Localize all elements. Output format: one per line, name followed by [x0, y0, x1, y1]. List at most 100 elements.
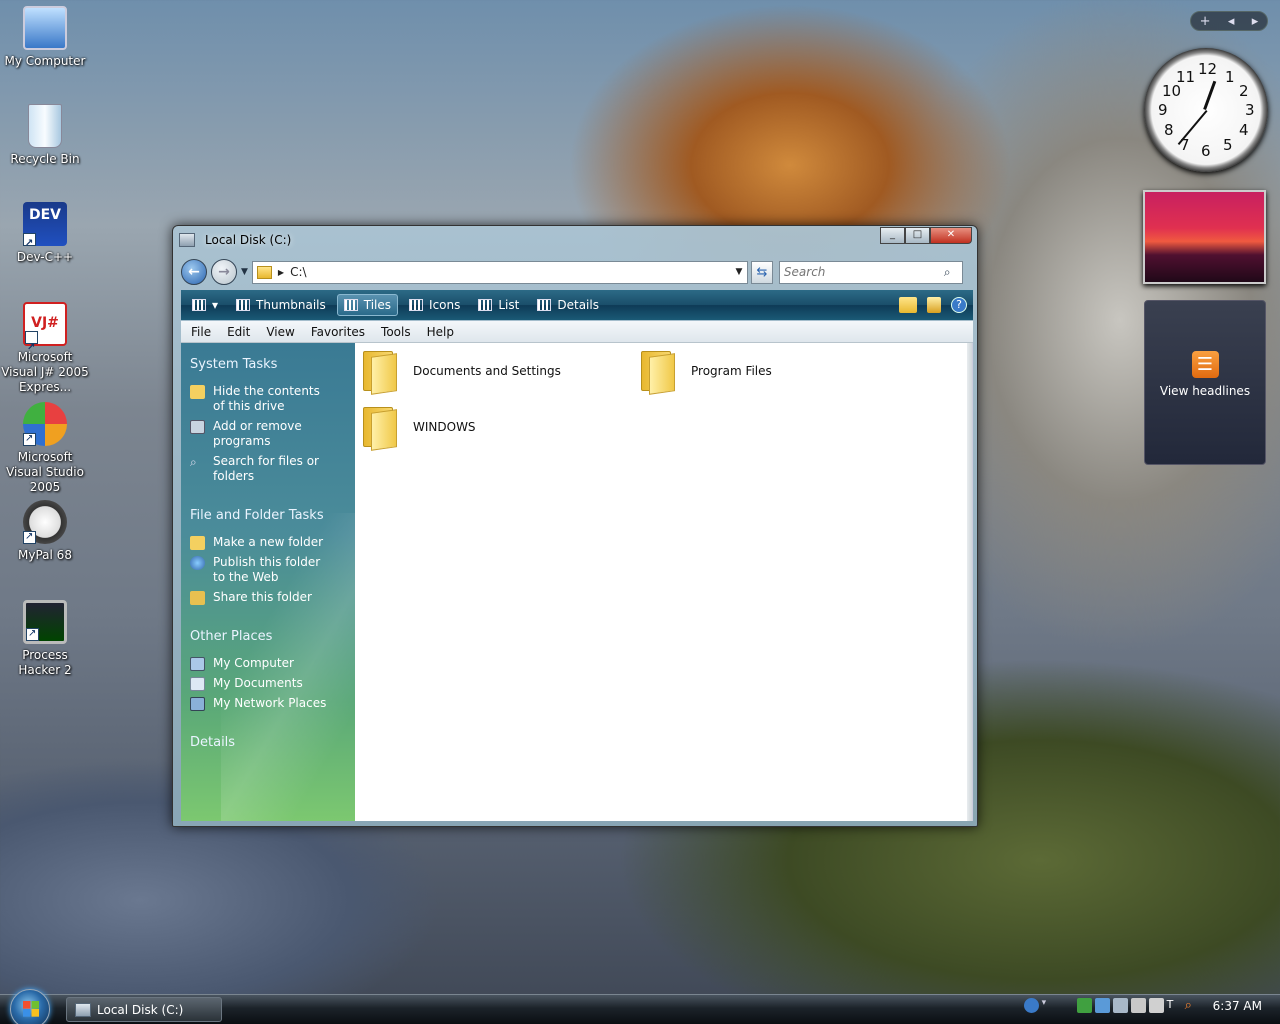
- desktop-icon-label: Microsoft Visual J# 2005 Expres...: [1, 350, 89, 394]
- volume-tray-icon[interactable]: [1148, 998, 1164, 1013]
- search-icon[interactable]: ⌕: [944, 265, 962, 280]
- back-button[interactable]: ←: [181, 259, 207, 285]
- address-bar[interactable]: ▶ C:\ ▼: [251, 260, 748, 284]
- menu-favorites[interactable]: Favorites: [303, 325, 373, 339]
- rss-icon: ☰: [1191, 351, 1219, 378]
- address-dropdown[interactable]: ▼: [731, 267, 747, 277]
- folder-up-icon[interactable]: [899, 297, 917, 313]
- gadget-next-button[interactable]: ▸: [1252, 14, 1259, 29]
- desktop-icon-vjsharp[interactable]: VJ# Microsoft Visual J# 2005 Expres...: [0, 302, 90, 395]
- folder-options-icon[interactable]: [927, 297, 941, 313]
- system-clock[interactable]: 6:37 AM: [1213, 999, 1262, 1013]
- text-input-tray-icon[interactable]: T: [1167, 998, 1182, 1013]
- place-my-network-places[interactable]: My Network Places: [190, 696, 355, 711]
- gadget-sidebar-controls: + ◂ ▸: [1190, 11, 1268, 31]
- task-label: Publish this folder to the Web: [213, 555, 321, 584]
- window-titlebar[interactable]: Local Disk (C:) _ □ ✕: [173, 226, 977, 254]
- view-thumbnails-button[interactable]: Thumbnails: [229, 294, 333, 316]
- menu-file[interactable]: File: [183, 325, 219, 339]
- breadcrumb-arrow-icon[interactable]: ▶: [278, 268, 284, 277]
- refresh-button[interactable]: ⇆: [750, 260, 773, 284]
- task-publish-to-web[interactable]: Publish this folder to the Web: [190, 555, 355, 585]
- tray-chevron-icon[interactable]: ▾: [1042, 998, 1052, 1013]
- security-tray-icon[interactable]: [1076, 998, 1092, 1013]
- view-label: Tiles: [363, 298, 392, 312]
- network-tray-icon[interactable]: [1094, 998, 1110, 1013]
- section-heading[interactable]: File and Folder Tasks: [190, 508, 355, 523]
- desktop-icon-dev-cpp[interactable]: DEV Dev-C++: [0, 202, 90, 265]
- view-label: Icons: [429, 298, 461, 312]
- task-hide-drive-contents[interactable]: Hide the contents of this drive: [190, 384, 355, 414]
- folder-item[interactable]: WINDOWS: [361, 405, 476, 451]
- place-my-computer[interactable]: My Computer: [190, 656, 355, 671]
- feed-headlines-gadget[interactable]: ☰ View headlines: [1144, 300, 1266, 465]
- folder-item[interactable]: Documents and Settings: [361, 349, 561, 395]
- view-icons-button[interactable]: Icons: [402, 294, 467, 316]
- desktop-icon-mypal[interactable]: MyPal 68: [0, 500, 90, 563]
- vertical-scrollbar[interactable]: [967, 343, 972, 821]
- folder-icon: [639, 349, 679, 395]
- clock-minute-hand: [1177, 110, 1208, 145]
- gadget-prev-button[interactable]: ◂: [1228, 14, 1235, 29]
- start-button[interactable]: [10, 989, 50, 1024]
- add-gadget-button[interactable]: +: [1200, 14, 1211, 29]
- task-make-new-folder[interactable]: Make a new folder: [190, 535, 355, 550]
- view-headlines-link[interactable]: View headlines: [1145, 384, 1265, 398]
- view-details-button[interactable]: Details: [530, 294, 606, 316]
- view-tiles-button[interactable]: Tiles: [336, 294, 399, 316]
- desktop-icon-my-computer[interactable]: My Computer: [0, 6, 90, 69]
- place-label: My Computer: [213, 656, 294, 670]
- help-icon[interactable]: ?: [951, 297, 967, 313]
- clock-number: 2: [1239, 82, 1249, 100]
- desktop-icon-label: Process Hacker 2: [18, 648, 72, 677]
- documents-icon: [190, 677, 205, 691]
- section-heading[interactable]: Other Places: [190, 629, 355, 644]
- taskbar: Local Disk (C:) ▾ T ⌕ 6:37 AM: [0, 989, 1280, 1024]
- place-my-documents[interactable]: My Documents: [190, 676, 355, 691]
- folder-name: Program Files: [691, 364, 772, 378]
- help-tray-icon[interactable]: [1023, 998, 1039, 1013]
- folder-item[interactable]: Program Files: [639, 349, 772, 395]
- forward-button[interactable]: →: [211, 259, 237, 285]
- desktop-icon-process-hacker[interactable]: Process Hacker 2: [0, 600, 90, 678]
- close-button[interactable]: ✕: [930, 227, 972, 244]
- menu-edit[interactable]: Edit: [219, 325, 258, 339]
- task-share-folder[interactable]: Share this folder: [190, 590, 355, 605]
- menu-help[interactable]: Help: [419, 325, 462, 339]
- network-icon: [190, 697, 205, 711]
- task-add-remove-programs[interactable]: Add or remove programs: [190, 419, 355, 449]
- file-folder-tasks-section: File and Folder Tasks Make a new folder …: [190, 508, 355, 605]
- hide-contents-icon: [190, 385, 205, 399]
- views-icon: [192, 299, 206, 311]
- windows-logo-icon: [23, 1001, 39, 1017]
- task-pane: System Tasks Hide the contents of this d…: [181, 343, 355, 821]
- vjsharp-icon: VJ#: [23, 302, 67, 367]
- recent-pages-dropdown[interactable]: ▼: [241, 267, 248, 277]
- desktop-icon-visual-studio[interactable]: Microsoft Visual Studio 2005: [0, 402, 90, 495]
- clock-gadget[interactable]: 12 1 2 3 4 5 6 7 8 9 10 11: [1144, 48, 1268, 172]
- taskbar-button-local-disk[interactable]: Local Disk (C:): [66, 997, 222, 1022]
- clock-number: 3: [1245, 101, 1255, 119]
- mypal-icon: [23, 500, 67, 544]
- slideshow-gadget[interactable]: [1143, 190, 1266, 284]
- minimize-button[interactable]: _: [880, 227, 905, 244]
- device-tray-icon[interactable]: [1130, 998, 1146, 1013]
- views-menu-button[interactable]: ▾: [185, 294, 225, 316]
- task-search-files[interactable]: ⌕ Search for files or folders: [190, 454, 355, 484]
- desktop-icon-label: Microsoft Visual Studio 2005: [6, 450, 84, 494]
- section-heading[interactable]: System Tasks: [190, 357, 355, 372]
- task-label: Search for files or folders: [213, 454, 319, 483]
- maximize-button[interactable]: □: [905, 227, 930, 244]
- menu-view[interactable]: View: [258, 325, 302, 339]
- place-label: My Documents: [213, 676, 303, 690]
- search-input[interactable]: [783, 265, 944, 279]
- drive-icon: [179, 233, 195, 247]
- search-tray-icon[interactable]: ⌕: [1185, 998, 1200, 1013]
- menu-tools[interactable]: Tools: [373, 325, 419, 339]
- view-list-button[interactable]: List: [471, 294, 526, 316]
- display-tray-icon[interactable]: [1112, 998, 1128, 1013]
- desktop-icon-recycle-bin[interactable]: Recycle Bin: [0, 104, 90, 167]
- publish-web-icon: [190, 556, 205, 570]
- desktop-icon-label: Recycle Bin: [10, 152, 80, 166]
- details-heading[interactable]: Details: [190, 735, 355, 750]
